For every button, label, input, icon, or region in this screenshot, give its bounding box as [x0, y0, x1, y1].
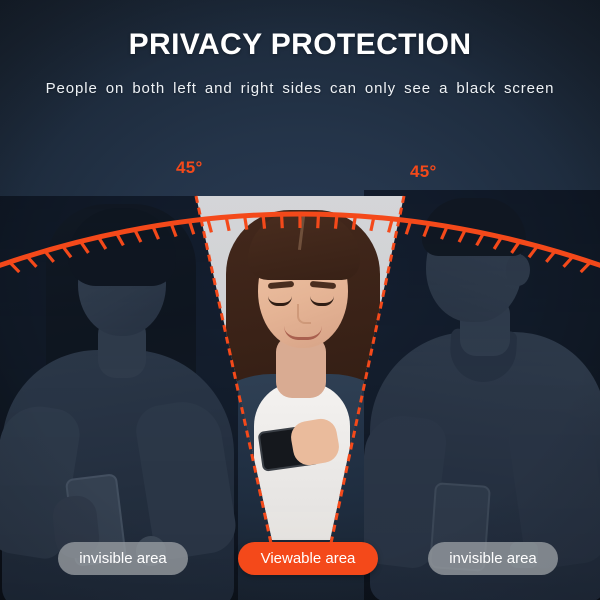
legend-invisible-area-left[interactable]: invisible area — [58, 542, 188, 575]
page-title: PRIVACY PROTECTION — [128, 28, 472, 61]
privacy-protection-infographic: PRIVACY PROTECTION People on both left a… — [0, 0, 600, 600]
page-subtitle: People on both left and right sides can … — [45, 80, 555, 97]
angle-label-left: 45° — [176, 158, 203, 177]
legend-viewable-area[interactable]: Viewable area — [238, 542, 378, 575]
legend-invisible-area-right[interactable]: invisible area — [428, 542, 558, 575]
angle-label-right: 45° — [410, 162, 437, 181]
